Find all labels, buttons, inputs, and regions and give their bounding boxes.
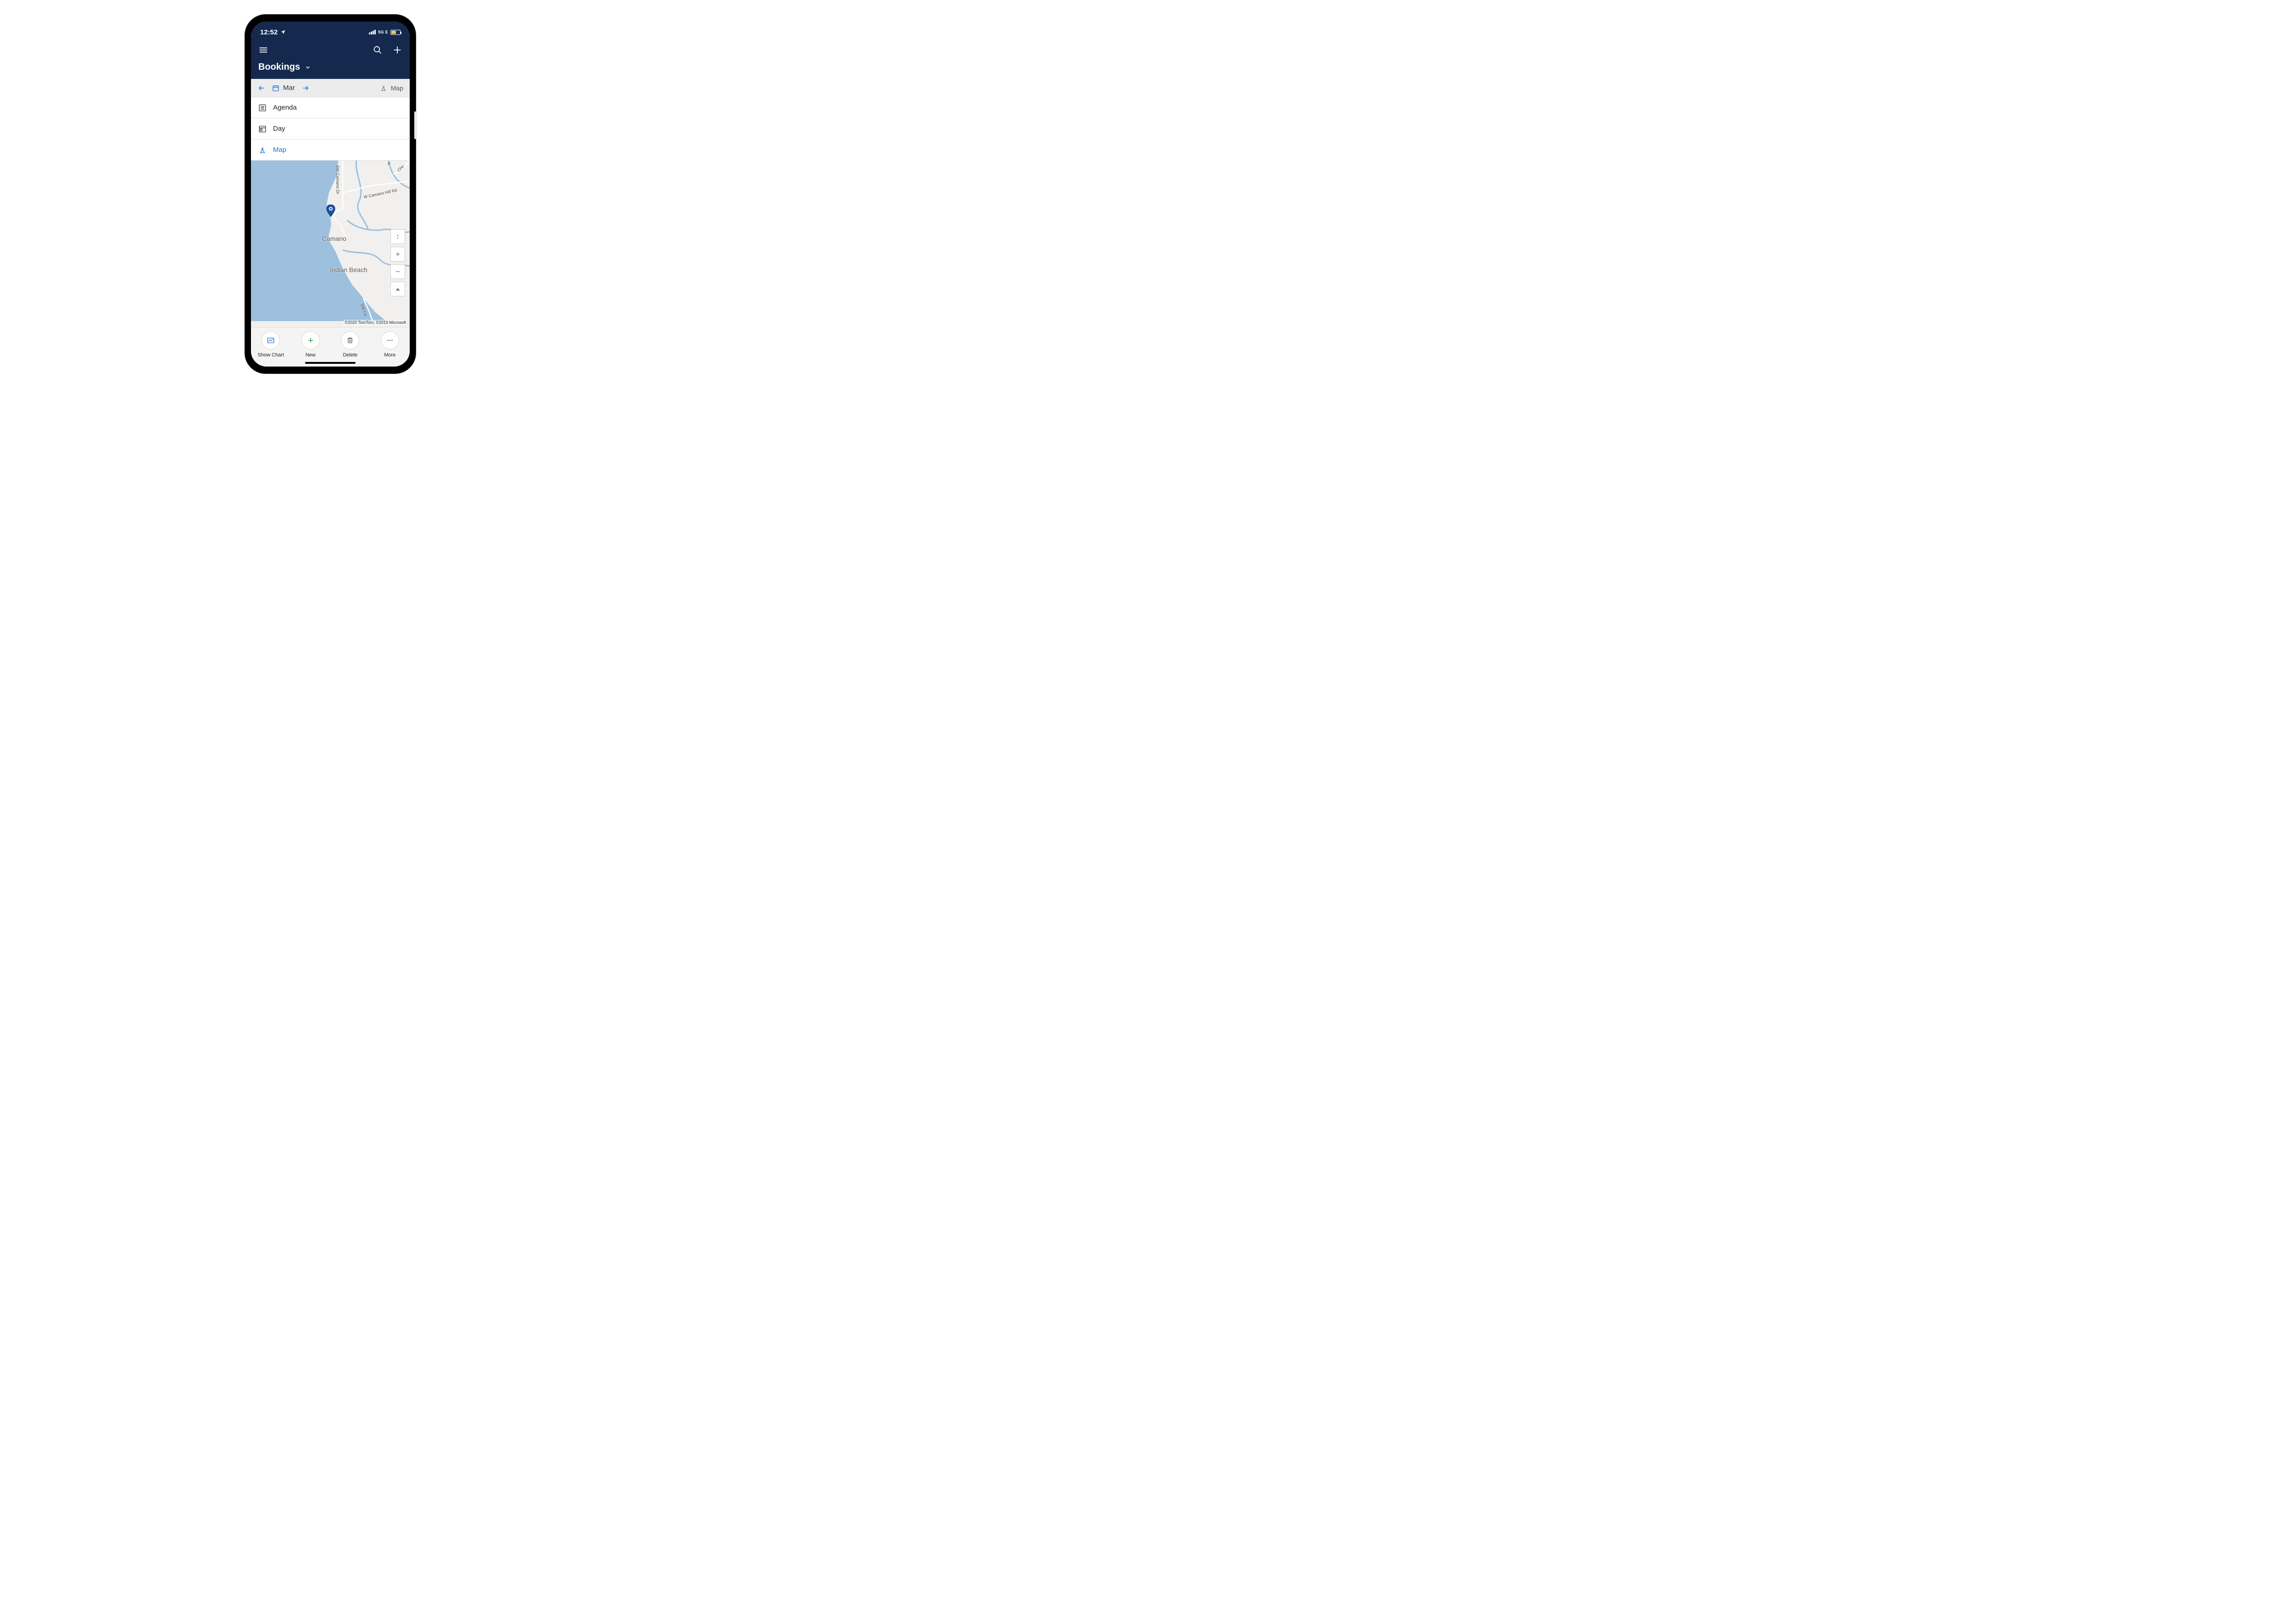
more-button[interactable]: More: [372, 331, 408, 358]
map-attribution: ©2020 TomTom, ©2019 Microsoft: [344, 320, 407, 325]
current-month: Mar: [283, 84, 295, 92]
road-label: P: [388, 161, 390, 166]
bottom-bar-label: Show Chart: [258, 352, 284, 358]
map-zoom-out-button[interactable]: [390, 264, 405, 279]
bottom-bar-label: Delete: [343, 352, 357, 358]
map-toggle[interactable]: Map: [380, 84, 403, 92]
map-locate-button[interactable]: [390, 229, 405, 244]
show-chart-button[interactable]: Show Chart: [252, 331, 289, 358]
map-tilt-button[interactable]: [390, 282, 405, 296]
plus-icon: [306, 336, 315, 345]
app-header: Bookings: [251, 40, 410, 79]
map-pin-marker[interactable]: [325, 205, 336, 216]
home-indicator[interactable]: [305, 362, 356, 364]
more-icon: [386, 336, 394, 345]
power-button: [414, 111, 417, 139]
next-month-icon[interactable]: [301, 84, 310, 92]
road-label: SW Camano Dr: [335, 165, 340, 194]
view-option-map[interactable]: Map: [251, 139, 410, 161]
map-icon: [258, 146, 267, 154]
calendar-subheader: Mar Map: [251, 79, 410, 97]
map-canvas[interactable]: SW Camano Dr W Camano Hill Rd Che P W Mo…: [251, 161, 410, 327]
trash-icon: [346, 337, 354, 344]
bottom-bar-label: More: [384, 352, 395, 358]
map-controls: [390, 229, 405, 296]
battery-icon: [390, 30, 401, 35]
map-toggle-label: Map: [391, 84, 403, 92]
place-label-indian-beach: Indian Beach: [330, 266, 367, 273]
agenda-icon: [258, 104, 267, 112]
view-option-label: Day: [273, 125, 285, 133]
add-icon[interactable]: [392, 45, 402, 55]
hamburger-menu-icon[interactable]: [258, 45, 268, 55]
screen: 12:52 5G E: [251, 22, 410, 367]
calendar-icon: [272, 84, 279, 92]
map-pin-icon: [380, 84, 387, 92]
view-option-label: Agenda: [273, 104, 297, 111]
map-zoom-in-button[interactable]: [390, 247, 405, 261]
location-services-icon: [280, 29, 286, 35]
cellular-signal-icon: [369, 30, 376, 34]
view-option-label: Map: [273, 146, 286, 154]
month-selector[interactable]: Mar: [272, 84, 295, 92]
bottom-bar-label: New: [306, 352, 316, 358]
chevron-down-icon: [305, 64, 311, 71]
view-selector[interactable]: Bookings: [258, 62, 402, 72]
bottom-action-bar: Show Chart New Delete: [251, 327, 410, 367]
phone-frame: 12:52 5G E: [245, 15, 415, 373]
view-option-agenda[interactable]: Agenda: [251, 97, 410, 118]
prev-month-icon[interactable]: [257, 84, 266, 92]
view-option-day[interactable]: Day: [251, 118, 410, 139]
network-type: 5G E: [378, 30, 388, 34]
delete-button[interactable]: Delete: [332, 331, 368, 358]
place-label-camano: Camano: [322, 235, 346, 242]
search-icon[interactable]: [373, 45, 382, 55]
chart-icon: [267, 336, 275, 345]
status-time: 12:52: [260, 28, 278, 36]
status-bar: 12:52 5G E: [251, 22, 410, 40]
page-title: Bookings: [258, 62, 300, 72]
day-icon: [258, 125, 267, 133]
new-button[interactable]: New: [292, 331, 329, 358]
